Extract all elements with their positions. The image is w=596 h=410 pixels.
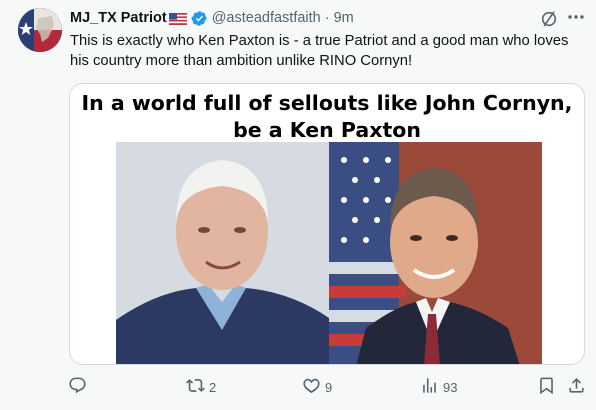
like-count: 9 (325, 379, 333, 395)
view-count: 93 (443, 379, 458, 395)
views-icon (420, 376, 439, 398)
like-icon (302, 376, 321, 398)
timestamp[interactable]: 9m (334, 9, 354, 27)
avatar[interactable] (18, 8, 62, 52)
bookmark-button[interactable] (537, 376, 556, 398)
retweet-button[interactable]: 2 (186, 376, 216, 398)
handle[interactable]: @asteadfastfaith (212, 9, 321, 27)
grok-icon[interactable] (540, 10, 558, 28)
bookmark-icon (537, 376, 556, 398)
reply-icon (68, 376, 87, 398)
retweet-icon (186, 376, 205, 398)
retweet-count: 2 (209, 379, 217, 395)
meme-photos (116, 142, 542, 364)
display-name[interactable]: MJ_TX Patriot (70, 9, 167, 27)
like-button[interactable]: 9 (302, 376, 332, 398)
share-button[interactable] (567, 376, 586, 398)
more-icon[interactable] (565, 6, 587, 28)
verified-badge-icon[interactable] (191, 10, 208, 27)
separator-dot: · (324, 10, 330, 26)
tweet-header: MJ_TX Patriot @asteadfastfaith · 9m (70, 9, 354, 27)
views-button[interactable]: 93 (420, 376, 457, 398)
meme-caption: In a world full of sellouts like John Co… (81, 91, 573, 142)
tweet-media[interactable]: In a world full of sellouts like John Co… (69, 83, 585, 365)
us-flag-icon (168, 12, 187, 25)
tweet[interactable]: MJ_TX Patriot @asteadfastfaith · 9m This… (0, 0, 596, 410)
share-icon (567, 376, 586, 398)
tweet-actions: 2 9 93 (0, 370, 596, 406)
tweet-text: This is exactly who Ken Paxton is - a tr… (70, 33, 569, 69)
reply-button[interactable] (68, 376, 91, 398)
